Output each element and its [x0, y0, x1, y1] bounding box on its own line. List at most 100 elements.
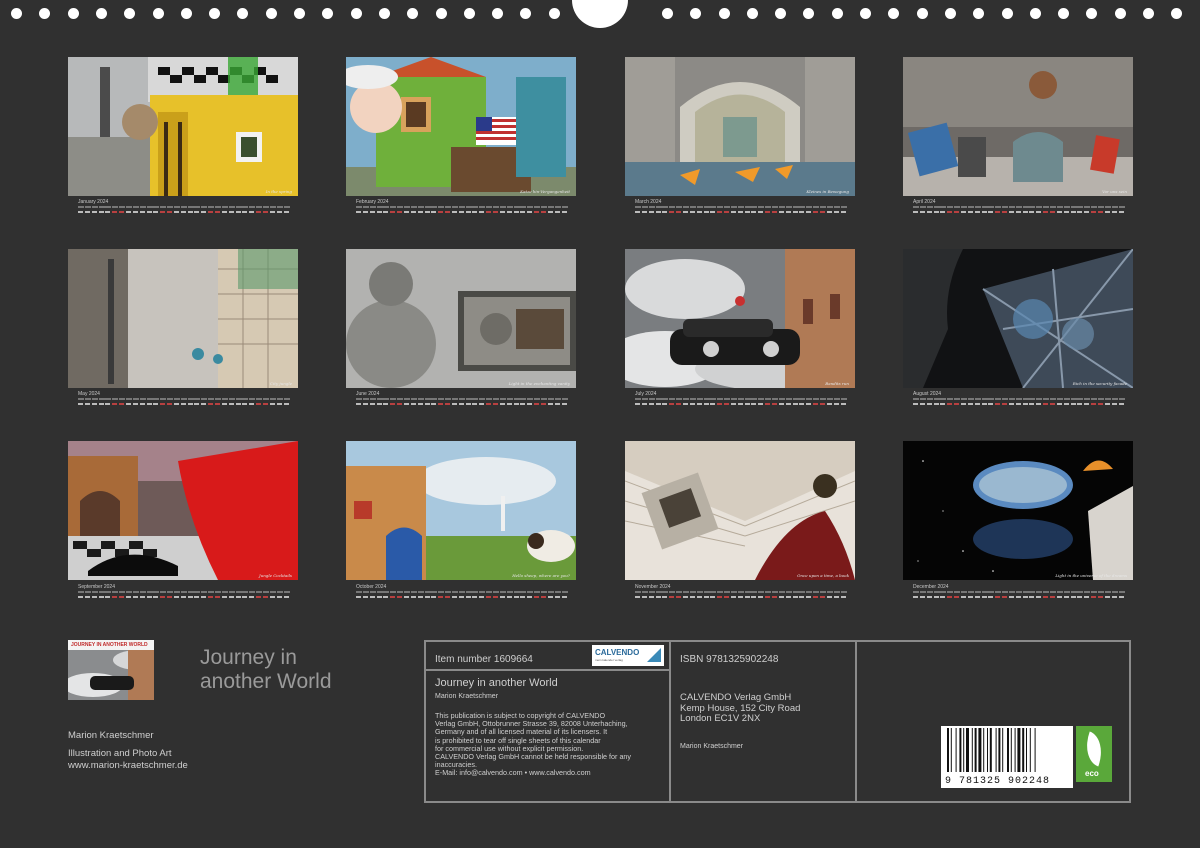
month-label: February 2024	[356, 199, 389, 205]
month-label: April 2024	[913, 199, 936, 205]
cover-thumbnail-title: JOURNEY IN ANOTHER WORLD	[71, 642, 148, 648]
binding-hole	[294, 8, 305, 19]
month-caption: City jungle	[269, 381, 292, 386]
month-label: July 2024	[635, 391, 657, 397]
month-caption: Light in the enchanting vanity	[508, 381, 570, 386]
calendar-grid	[78, 398, 290, 408]
calendar-title-line2: another World	[200, 670, 332, 693]
binding-hole	[746, 8, 758, 19]
calendar-grid	[635, 591, 847, 601]
author-block: Marion Kraetschmer Illustration and Phot…	[68, 730, 188, 772]
month-label: May 2024	[78, 391, 100, 397]
isbn: ISBN 9781325902248	[680, 654, 779, 665]
calendar-grid	[913, 591, 1125, 601]
calendar-grid	[913, 398, 1125, 408]
binding-hole	[237, 8, 249, 19]
binding-hole	[520, 8, 532, 19]
binding-hole	[775, 8, 787, 19]
month-label: November 2024	[635, 584, 671, 590]
binding-hole	[492, 8, 504, 19]
calendar-grid	[356, 591, 568, 601]
calendar-title: Journey in another World	[200, 646, 400, 694]
leaf-icon	[1079, 731, 1109, 767]
calendar-title-line1: Journey in	[200, 646, 297, 669]
binding-hole	[435, 8, 447, 19]
binding-hole	[888, 8, 900, 19]
month-caption: Rich in the security facade	[1072, 381, 1127, 386]
author-name: Marion Kraetschmer	[68, 730, 154, 741]
month-image-may: City jungle	[68, 249, 298, 388]
publisher-line: London EC1V 2NX	[680, 713, 761, 724]
divider	[669, 642, 671, 801]
binding-hole	[39, 8, 51, 19]
month-label: October 2024	[356, 584, 387, 590]
binding-hole	[463, 8, 475, 19]
info-calendar-author: Marion Kraetschmer	[435, 693, 499, 700]
month-caption: Bandits run	[825, 381, 849, 386]
calvendo-logo-icon	[647, 648, 661, 662]
month-image-june: Light in the enchanting vanity	[346, 249, 576, 388]
divider	[855, 642, 857, 801]
binding-hole	[378, 8, 390, 19]
binding-hole	[916, 8, 928, 19]
eco-label: eco	[1085, 769, 1099, 778]
author-subtitle: Illustration and Photo Art	[68, 748, 172, 759]
binding-hole	[11, 8, 22, 19]
binding-hole	[1114, 8, 1126, 19]
binding-hole	[209, 8, 221, 19]
binding-hole	[407, 8, 419, 19]
copyright-notice: This publication is subject to copyright…	[435, 711, 631, 778]
binding-hole	[1086, 8, 1098, 19]
binding-hole	[265, 8, 277, 19]
binding-hole	[1058, 8, 1070, 19]
binding-hole	[124, 8, 136, 19]
month-image-january: In the spring	[68, 57, 298, 196]
author-website: www.marion-kraetschmer.de	[68, 760, 188, 771]
binding-hole	[973, 8, 985, 19]
calendar-grid	[78, 591, 290, 601]
binding-hole	[67, 8, 79, 19]
calendar-grid	[78, 206, 290, 216]
month-caption: Vor uns sein	[1102, 189, 1127, 194]
month-image-december: Light in the universe of the dreams	[903, 441, 1133, 580]
binding-hole	[350, 8, 362, 19]
calendar-grid	[635, 206, 847, 216]
divider	[426, 669, 669, 671]
binding-hole	[152, 8, 164, 19]
binding-hole	[548, 8, 560, 19]
publisher-author: Marion Kraetschmer	[680, 743, 744, 750]
calendar-grid	[356, 398, 568, 408]
month-image-february: Katze hin-Vergangenheit	[346, 57, 576, 196]
binding-hole	[831, 8, 843, 19]
binding-hole	[944, 8, 956, 19]
copyright-line: E-Mail: info@calvendo.com • www.calvendo…	[435, 768, 591, 778]
binding-hole	[860, 8, 871, 19]
publisher-line: CALVENDO Verlag GmbH	[680, 692, 792, 703]
month-image-march: Kleines in Bewegung	[625, 57, 855, 196]
binding-hole	[803, 8, 815, 19]
binding-hole	[180, 8, 192, 19]
isbn-barcode: 9 781325 902248	[941, 726, 1073, 788]
binding-hole	[322, 8, 334, 19]
month-caption: Kleines in Bewegung	[806, 189, 849, 194]
month-caption: In the spring	[265, 189, 292, 194]
logo-name: CALVENDO	[595, 648, 640, 657]
calendar-grid	[913, 206, 1125, 216]
logo-tagline: mein kalender verlag	[595, 658, 623, 662]
publisher-info-box: Item number 1609664 CALVENDO mein kalend…	[424, 640, 1131, 803]
cover-thumbnail: JOURNEY IN ANOTHER WORLD	[68, 640, 154, 700]
publisher-address: CALVENDO Verlag GmbH Kemp House, 152 City…	[680, 692, 800, 725]
month-label: August 2024	[913, 391, 942, 397]
month-caption: Katze hin-Vergangenheit	[520, 189, 570, 194]
month-label: September 2024	[78, 584, 115, 590]
month-caption: Once upon a time, a book	[797, 573, 849, 578]
binding-hole	[661, 8, 673, 19]
calendar-grid	[356, 206, 568, 216]
item-number: Item number 1609664	[435, 654, 533, 665]
binding-hole	[690, 8, 702, 19]
month-image-august: Rich in the security facade	[903, 249, 1133, 388]
barcode-number: 9 781325 902248	[945, 776, 1051, 787]
binding-hole	[95, 8, 107, 19]
calendar-grid	[635, 398, 847, 408]
info-calendar-title: Journey in another World	[435, 677, 558, 689]
